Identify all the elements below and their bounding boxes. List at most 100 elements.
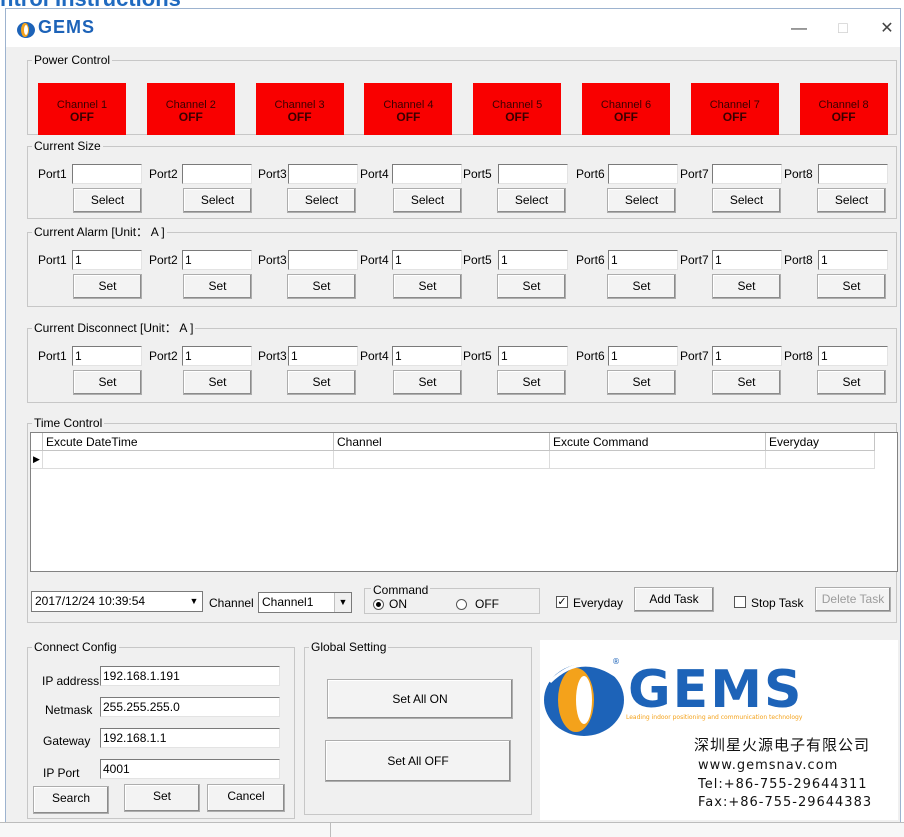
port5-set-button[interactable]: Set (497, 370, 566, 395)
gems-logo-icon (17, 22, 35, 38)
current-size-legend: Current Size (32, 139, 103, 153)
channel-6-toggle[interactable]: Channel 6 OFF (582, 83, 670, 135)
port6-field[interactable]: 1 (608, 346, 678, 366)
port4-field[interactable]: 1 (392, 250, 462, 270)
port6-select-button[interactable]: Select (607, 188, 676, 213)
port7-field[interactable]: 1 (712, 250, 782, 270)
port3-select-button[interactable]: Select (287, 188, 356, 213)
port6-field[interactable] (608, 164, 678, 184)
port4-set-button[interactable]: Set (393, 274, 462, 299)
cancel-button[interactable]: Cancel (207, 784, 285, 812)
port8-field[interactable] (818, 164, 888, 184)
channel-8-toggle[interactable]: Channel 8 OFF (799, 83, 888, 135)
port6-set-button[interactable]: Set (607, 274, 676, 299)
port7-set-button[interactable]: Set (712, 274, 781, 299)
channel-state: OFF (722, 110, 747, 124)
port3-set-button[interactable]: Set (287, 274, 356, 299)
port3-field[interactable]: 1 (288, 346, 358, 366)
current-alarm-group: Current Alarm [Unit： A ] Port1 1 Set Port2 1… (27, 225, 897, 307)
port8-field[interactable]: 1 (818, 250, 888, 270)
port3-label: Port3 (258, 253, 287, 267)
port4-set-button[interactable]: Set (393, 370, 462, 395)
delete-task-button[interactable]: Delete Task (815, 587, 891, 612)
port2-select-button[interactable]: Select (183, 188, 252, 213)
port1-label: Port1 (38, 253, 67, 267)
port2-set-button[interactable]: Set (183, 370, 252, 395)
brand-logo-text: GEMS (628, 660, 804, 720)
port7-set-button[interactable]: Set (712, 370, 781, 395)
radio-on[interactable] (373, 599, 384, 610)
channel-2-toggle[interactable]: Channel 2 OFF (146, 83, 235, 135)
port5-select-button[interactable]: Select (497, 188, 566, 213)
connect-set-button[interactable]: Set (124, 784, 200, 812)
netmask-field[interactable]: 255.255.255.0 (100, 697, 280, 717)
port8-set-button[interactable]: Set (817, 274, 886, 299)
grid-cell[interactable] (334, 451, 550, 469)
port4-select-button[interactable]: Select (393, 188, 462, 213)
everyday-checkbox[interactable]: ✓ (556, 596, 568, 608)
port3-field[interactable] (288, 250, 358, 270)
port6-field[interactable]: 1 (608, 250, 678, 270)
port1-field[interactable] (72, 164, 142, 184)
search-button[interactable]: Search (33, 786, 109, 814)
grid-cell[interactable] (766, 451, 875, 469)
port5-set-button[interactable]: Set (497, 274, 566, 299)
chevron-down-icon[interactable]: ▼ (334, 593, 351, 612)
col-header-datetime[interactable]: Excute DateTime (43, 433, 334, 451)
port4-field[interactable]: 1 (392, 346, 462, 366)
port1-set-button[interactable]: Set (73, 274, 142, 299)
port7-field[interactable] (712, 164, 782, 184)
command-legend: Command (371, 583, 431, 597)
set-all-off-button[interactable]: Set All OFF (325, 740, 511, 782)
channel-7-toggle[interactable]: Channel 7 OFF (690, 83, 779, 135)
port2-set-button[interactable]: Set (183, 274, 252, 299)
channel-3-toggle[interactable]: Channel 3 OFF (255, 83, 344, 135)
ip-address-field[interactable]: 192.168.1.191 (100, 666, 280, 686)
title-bar: GEMS — □ ✕ (6, 9, 900, 47)
col-header-everyday[interactable]: Everyday (766, 433, 875, 451)
port3-field[interactable] (288, 164, 358, 184)
current-size-group: Current Size Port1 Select Port2 Select Port3… (27, 139, 897, 219)
minimize-icon[interactable]: — (784, 17, 814, 41)
port5-field[interactable]: 1 (498, 346, 568, 366)
set-all-on-button[interactable]: Set All ON (327, 679, 513, 719)
port2-field[interactable]: 1 (182, 346, 252, 366)
maximize-icon[interactable]: □ (828, 17, 858, 41)
channel-select[interactable]: Channel1 ▼ (258, 592, 352, 613)
channel-1-toggle[interactable]: Channel 1 OFF (38, 83, 126, 135)
radio-off[interactable] (456, 599, 467, 610)
port3-set-button[interactable]: Set (287, 370, 356, 395)
port8-label: Port8 (784, 253, 813, 267)
port5-field[interactable]: 1 (498, 250, 568, 270)
port8-set-button[interactable]: Set (817, 370, 886, 395)
port1-field[interactable]: 1 (72, 346, 142, 366)
datetime-picker[interactable]: 2017/12/24 10:39:54 ▼ (31, 591, 203, 612)
command-group: Command ON OFF (364, 583, 540, 614)
ip-port-field[interactable]: 4001 (100, 759, 280, 779)
port8-field[interactable]: 1 (818, 346, 888, 366)
port4-field[interactable] (392, 164, 462, 184)
channel-state: OFF (178, 110, 203, 124)
port7-field[interactable]: 1 (712, 346, 782, 366)
channel-5-toggle[interactable]: Channel 5 OFF (473, 83, 562, 135)
task-grid[interactable]: Excute DateTime Channel Excute Command E… (30, 432, 898, 572)
col-header-command[interactable]: Excute Command (550, 433, 766, 451)
port2-field[interactable]: 1 (182, 250, 252, 270)
port6-set-button[interactable]: Set (607, 370, 676, 395)
port1-set-button[interactable]: Set (73, 370, 142, 395)
port7-select-button[interactable]: Select (712, 188, 781, 213)
port1-field[interactable]: 1 (72, 250, 142, 270)
grid-cell[interactable] (550, 451, 766, 469)
port2-field[interactable] (182, 164, 252, 184)
chevron-down-icon[interactable]: ▼ (186, 592, 202, 611)
col-header-channel[interactable]: Channel (334, 433, 550, 451)
gateway-field[interactable]: 192.168.1.1 (100, 728, 280, 748)
close-icon[interactable]: ✕ (872, 17, 902, 41)
port1-select-button[interactable]: Select (73, 188, 142, 213)
channel-4-toggle[interactable]: Channel 4 OFF (364, 83, 453, 135)
add-task-button[interactable]: Add Task (634, 587, 714, 612)
port5-field[interactable] (498, 164, 568, 184)
stop-task-checkbox[interactable] (734, 596, 746, 608)
port8-select-button[interactable]: Select (817, 188, 886, 213)
grid-cell[interactable] (43, 451, 334, 469)
